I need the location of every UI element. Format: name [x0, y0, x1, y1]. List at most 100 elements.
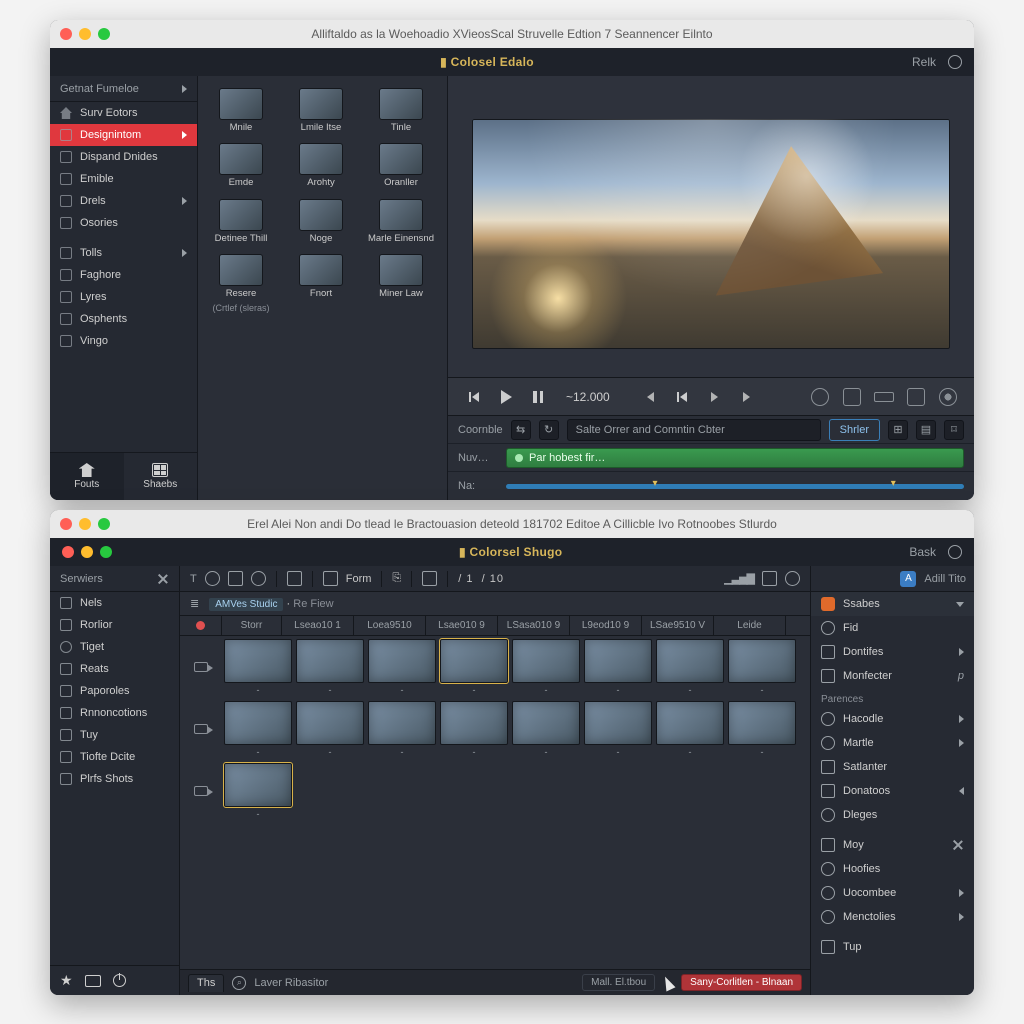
- fit-icon[interactable]: [906, 387, 926, 407]
- clip-thumbnail[interactable]: -: [367, 639, 437, 695]
- inspector-row[interactable]: Fid: [811, 616, 974, 640]
- inspector-row[interactable]: Moy: [811, 833, 974, 857]
- minimize-icon[interactable]: [79, 518, 91, 530]
- sidebar-item[interactable]: Tiget: [50, 636, 179, 658]
- toggle-a-button[interactable]: ⇆: [511, 420, 531, 440]
- asset-item[interactable]: Resere(Crtlef (sleras): [202, 250, 280, 316]
- asset-item[interactable]: Mnile: [202, 84, 280, 137]
- clip-thumbnail[interactable]: -: [583, 701, 653, 757]
- clip-thumbnail[interactable]: -: [223, 763, 293, 819]
- inspector-row[interactable]: Monfecterp: [811, 664, 974, 688]
- tab-sheets[interactable]: Shaebs: [124, 453, 198, 500]
- clip-thumbnail[interactable]: -: [727, 639, 797, 695]
- close-icon[interactable]: [62, 546, 74, 558]
- power-icon[interactable]: [113, 974, 126, 987]
- sidebar-item[interactable]: Drels: [50, 190, 197, 212]
- settings-icon[interactable]: [948, 55, 962, 69]
- titlebar[interactable]: Alliftaldo as la Woehoadio XVieosScal St…: [50, 20, 974, 48]
- video-preview[interactable]: [472, 119, 950, 349]
- sidebar-header[interactable]: Serwiers: [50, 566, 179, 592]
- zoom-icon[interactable]: [98, 518, 110, 530]
- inspector-row[interactable]: Dontifes: [811, 640, 974, 664]
- step-fwd-button[interactable]: [704, 387, 724, 407]
- clip-thumbnail[interactable]: -: [727, 701, 797, 757]
- clip-thumbnail[interactable]: -: [439, 701, 509, 757]
- appbar-right-label[interactable]: Relk: [912, 55, 936, 69]
- tool-add-icon[interactable]: [205, 571, 220, 586]
- step-back-button[interactable]: [672, 387, 692, 407]
- camera-icon[interactable]: [194, 662, 208, 672]
- sidebar-item[interactable]: Rorlior: [50, 614, 179, 636]
- inspector-row[interactable]: Menctolies: [811, 905, 974, 929]
- loop-icon[interactable]: [810, 387, 830, 407]
- inspector-row[interactable]: Donatoos: [811, 779, 974, 803]
- sidebar-item[interactable]: Tolls: [50, 242, 197, 264]
- inspector-row[interactable]: Dleges: [811, 803, 974, 827]
- search-input[interactable]: Salte Orrer and Comntin Cbter: [567, 419, 821, 441]
- asset-item[interactable]: Marle Einensnd: [362, 195, 440, 248]
- asset-item[interactable]: Lmile Itse: [282, 84, 360, 137]
- tool-record-icon[interactable]: [251, 571, 266, 586]
- wide-icon[interactable]: [874, 387, 894, 407]
- close-icon[interactable]: [952, 839, 964, 851]
- sidebar-item[interactable]: Plrfs Shots: [50, 768, 179, 790]
- share-button[interactable]: Shrler: [829, 419, 880, 441]
- tool-help-icon[interactable]: [785, 571, 800, 586]
- safe-area-icon[interactable]: [842, 387, 862, 407]
- tool-cut-icon[interactable]: [228, 571, 243, 586]
- sidebar-item[interactable]: Emible: [50, 168, 197, 190]
- util-2-button[interactable]: ▤: [916, 420, 936, 440]
- fx-icon[interactable]: [938, 387, 958, 407]
- timeline-track[interactable]: ▾ ▾: [506, 484, 964, 489]
- inspector-primary[interactable]: Ssabes: [811, 592, 974, 616]
- sidebar-item[interactable]: Tiofte Dcite: [50, 746, 179, 768]
- marker-icon[interactable]: ▾: [891, 478, 896, 489]
- asset-item[interactable]: Emde: [202, 139, 280, 192]
- next-button[interactable]: [736, 387, 756, 407]
- asset-item[interactable]: Arohty: [282, 139, 360, 192]
- clip-thumbnail[interactable]: -: [223, 701, 293, 757]
- tool-export-icon[interactable]: [762, 571, 777, 586]
- inspector-row[interactable]: Tup: [811, 935, 974, 959]
- minimize-icon[interactable]: [79, 28, 91, 40]
- sidebar-item[interactable]: Paporoles: [50, 680, 179, 702]
- tab-fonts[interactable]: Fouts: [50, 453, 124, 500]
- record-icon[interactable]: [196, 621, 205, 630]
- form-label[interactable]: Form: [346, 573, 372, 585]
- zoom-icon[interactable]: [100, 546, 112, 558]
- settings-icon[interactable]: [948, 545, 962, 559]
- sidebar-item[interactable]: Faghore: [50, 264, 197, 286]
- clip-thumbnail[interactable]: -: [295, 639, 365, 695]
- prev-button[interactable]: [640, 387, 660, 407]
- clip-thumbnail[interactable]: -: [223, 639, 293, 695]
- clip-thumbnail[interactable]: -: [439, 639, 509, 695]
- pause-button[interactable]: [528, 387, 548, 407]
- breadcrumb-path[interactable]: AMVes Studic · Re Fiew: [209, 598, 333, 610]
- toggle-b-button[interactable]: ↻: [539, 420, 559, 440]
- inspector-row[interactable]: Satlanter: [811, 755, 974, 779]
- status-search-label[interactable]: Laver Ribasitor: [254, 977, 328, 989]
- tool-undo-icon[interactable]: [287, 571, 302, 586]
- sidebar-item[interactable]: Osories: [50, 212, 197, 234]
- sidebar-item[interactable]: Lyres: [50, 286, 197, 308]
- inspector-row[interactable]: Martle: [811, 731, 974, 755]
- camera-icon[interactable]: [194, 724, 208, 734]
- sidebar-item[interactable]: Reats: [50, 658, 179, 680]
- status-chip[interactable]: Mall. El.tbou: [582, 974, 655, 991]
- sidebar-item[interactable]: Surv Eotors: [50, 102, 197, 124]
- titlebar[interactable]: Erel Alei Non andi Do tlead le Bractouas…: [50, 510, 974, 538]
- sidebar-header[interactable]: Getnat Fumeloe: [50, 76, 197, 102]
- search-icon[interactable]: ⌕: [232, 976, 246, 990]
- sidebar-item[interactable]: Dispand Dnides: [50, 146, 197, 168]
- inspector-row[interactable]: Hoofies: [811, 857, 974, 881]
- marker-icon[interactable]: ▾: [653, 478, 658, 489]
- sidebar-item[interactable]: Tuy: [50, 724, 179, 746]
- clip-thumbnail[interactable]: -: [295, 701, 365, 757]
- skip-back-button[interactable]: [464, 387, 484, 407]
- clip-thumbnail[interactable]: -: [511, 639, 581, 695]
- asset-item[interactable]: Oranller: [362, 139, 440, 192]
- asset-item[interactable]: Miner Law: [362, 250, 440, 316]
- util-1-button[interactable]: ⊞: [888, 420, 908, 440]
- status-tab[interactable]: Ths: [188, 974, 224, 992]
- camera-icon[interactable]: [194, 786, 208, 796]
